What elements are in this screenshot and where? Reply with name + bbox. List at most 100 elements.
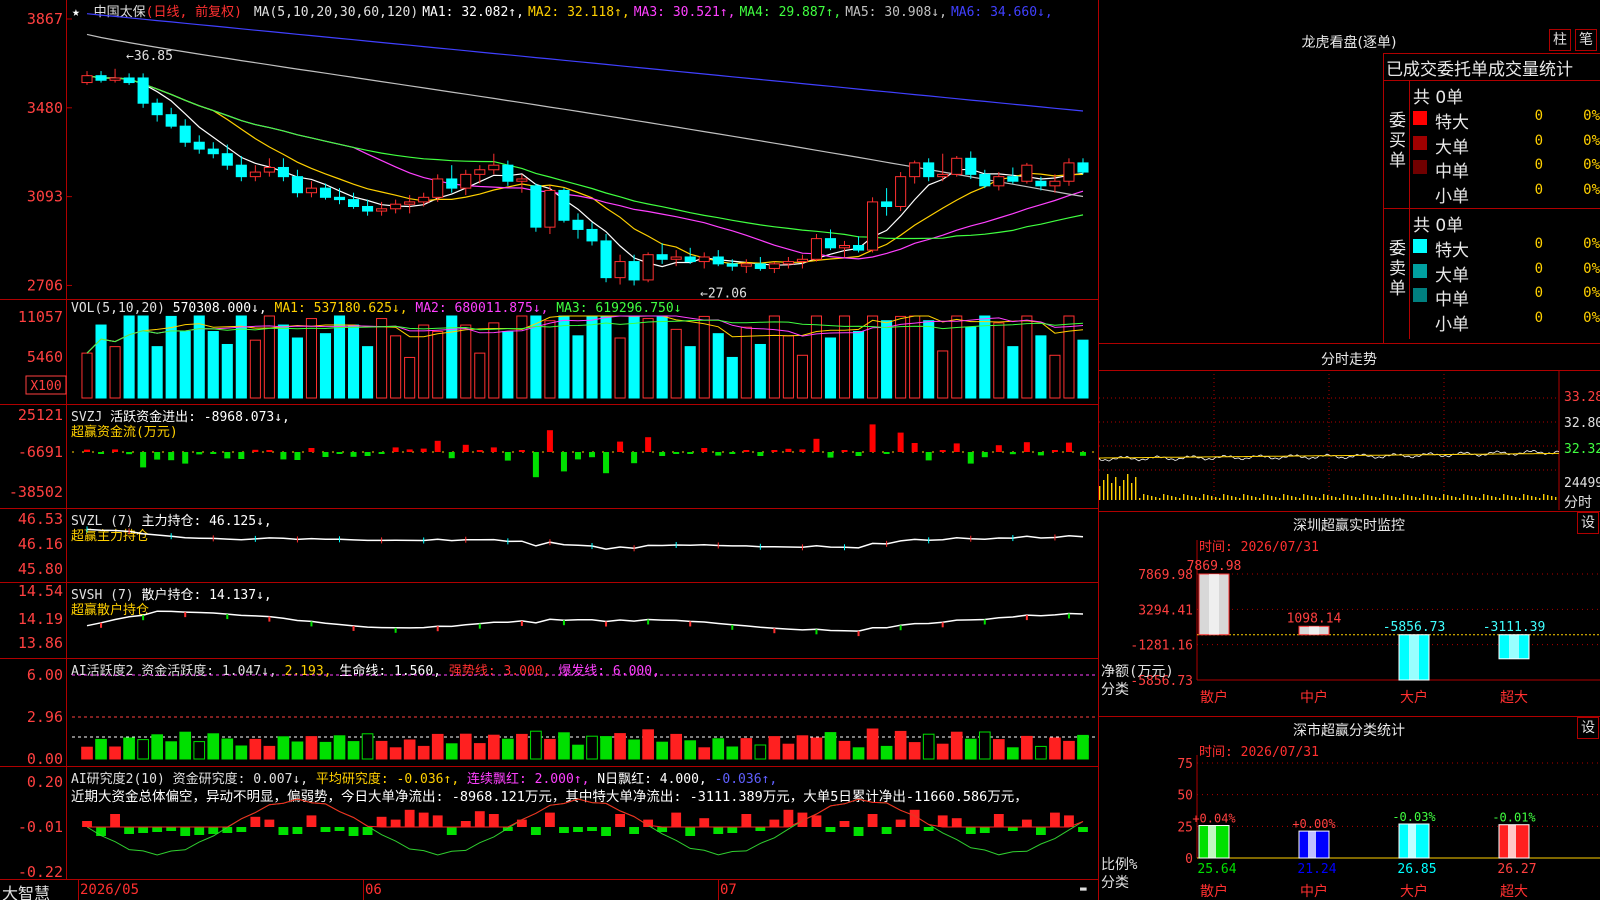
ai-research-pane[interactable]: AI研究度2(10) 资金研究度: 0.007↓, 平均研究度: -0.036↑… [0, 767, 1098, 881]
svzl-chart[interactable]: 46.53 46.16 45.80 [0, 509, 1098, 583]
cls-tick-label: 75 [1177, 757, 1193, 772]
ai2-bar [404, 809, 415, 827]
volume-bar [376, 318, 388, 399]
candle [796, 258, 808, 263]
order-pct: 0% [1583, 309, 1600, 326]
sell-row-2: 中单 0 0% [1411, 284, 1600, 310]
right-panel: 龙虎看盘(逐单) 柱 笔 已成交委托单成交量统计 委买单 共 0单 特大 0 0% 大… [1098, 0, 1600, 900]
ai1-bar [600, 736, 612, 760]
kline-pane[interactable]: ★ 中国太保(日线, 前复权) MA(5,10,20,30,60,120) MA1… [0, 0, 1098, 301]
intraday-volume-bar [1391, 496, 1393, 500]
svsh-pane[interactable]: SVSH (7) 散户持仓: 14.137↓, 超赢散户持仓 14.54 14.1… [0, 582, 1098, 659]
ai2-bar [545, 812, 555, 827]
order-pct: 0% [1583, 285, 1600, 301]
svzj-tick-label: 25121 [18, 406, 63, 424]
ai1-bar [417, 745, 430, 760]
volume-pane[interactable]: VOL(5,10,20) 570308.000↓, MA1: 537180.62… [0, 300, 1098, 405]
candle [951, 157, 963, 175]
sz-monitor-chart[interactable]: 7869.98 3294.41 -1281.16 -5856.73 7869.98 散户 1… [1099, 530, 1600, 710]
candle [614, 261, 626, 279]
ai1-bar [880, 745, 893, 760]
candle [810, 238, 823, 260]
ai-active-pane[interactable]: AI活跃度2 资金活跃度: 1.047↓, 2.193, 生命线: 1.560,… [0, 659, 1098, 768]
candle [768, 263, 780, 269]
candle [179, 125, 191, 143]
ai2-bar [334, 827, 345, 831]
intraday-volume-bar [1223, 494, 1225, 500]
volume-chart[interactable]: 11057 5460 X100 [0, 300, 1098, 405]
ai1-tick-label: 2.96 [27, 708, 63, 726]
intraday-volume-bar [1331, 496, 1333, 500]
x-label-jun: 06 [365, 882, 382, 898]
intraday-volume-bar [1427, 495, 1429, 500]
svzj-bar [154, 452, 161, 460]
ai2-bar [376, 816, 387, 827]
ai2-bar [699, 818, 710, 827]
candle [586, 228, 598, 242]
intraday-title: 分时走势 [1321, 352, 1377, 368]
ai1-bar [866, 728, 879, 760]
lock-icon[interactable]: ▬ [1080, 882, 1087, 895]
cls-bar-highlight [1408, 823, 1416, 858]
intraday-vol-tick: 24499 [1564, 476, 1600, 491]
order-count: 0 [1534, 309, 1543, 326]
candle [291, 176, 303, 194]
intraday-volume-bar [1195, 497, 1197, 500]
ai2-bar [867, 814, 878, 827]
intraday-volume-bar [1483, 494, 1485, 500]
candle [965, 157, 977, 175]
intraday-volume-bar [1139, 498, 1141, 500]
ai2-bar [96, 827, 106, 836]
svzj-bar [210, 452, 217, 454]
candle [81, 75, 93, 84]
bi-button[interactable]: 笔 [1575, 29, 1597, 51]
mon-value-label: 1098.14 [1287, 611, 1342, 626]
volume-bar [235, 315, 247, 399]
volume-bar [1035, 335, 1047, 399]
intraday-volume-bar [1443, 494, 1445, 500]
svzj-chart[interactable]: 25121 -6691 -38502 [0, 405, 1098, 509]
ai1-bar [726, 746, 739, 760]
ai-research-chart[interactable]: 0.20 -0.01 -0.22 [0, 767, 1098, 881]
ai1-bar [824, 732, 837, 760]
candle [712, 256, 724, 265]
svzj-pane[interactable]: SVZJ 活跃资金进出: -8968.073↓, 超赢资金流(万元) 25121… [0, 405, 1098, 509]
intraday-volume-bar [1403, 494, 1405, 500]
ai1-bar [1007, 747, 1019, 760]
ai1-bar [95, 738, 107, 760]
intraday-volume-bar [1227, 495, 1229, 500]
ai2-bar [1021, 819, 1032, 827]
order-name: 中单 [1435, 162, 1469, 182]
ai2-bar [1007, 827, 1018, 831]
sell-row-3: 小单 0 0% [1411, 309, 1600, 335]
candle [670, 256, 682, 260]
kline-chart[interactable]: 3867348030932706←36.85←27.06 [0, 0, 1098, 301]
ai2-bar [390, 819, 401, 827]
zhu-button[interactable]: 柱 [1549, 29, 1571, 51]
volume-bar [614, 337, 626, 399]
order-count: 0 [1534, 260, 1543, 277]
cls-bar-highlight [1508, 824, 1516, 858]
volume-bar [390, 335, 402, 399]
intraday-volume-bar [1531, 496, 1533, 500]
intraday-volume-bar [1107, 474, 1109, 500]
intraday-volume-bar [1519, 498, 1521, 500]
ai2-bar [124, 827, 135, 834]
legend-swatch [1413, 263, 1427, 278]
svsh-chart[interactable]: 14.54 14.19 13.86 [0, 582, 1098, 659]
ma-line-6 [86, 13, 1084, 112]
buy-side-box: 委买单 共 0单 特大 0 0% 大单 0 0% 中单 0 0% 小单 0 0% [1383, 80, 1600, 209]
svzj-bar [476, 450, 483, 452]
svzj-bar [1079, 452, 1086, 456]
volume-bar [698, 315, 710, 399]
svsh-tick-label: 14.54 [18, 582, 63, 600]
sz-class-chart[interactable]: 75 50 25 0 +0.04% 25.64 散户 +0.00% 21.24 中户 -0.03% 2… [1099, 735, 1600, 900]
ai-active-chart[interactable]: 6.00 2.96 0.00 [0, 659, 1098, 768]
volume-bar [726, 356, 738, 399]
ai2-bar [685, 827, 696, 836]
svzl-pane[interactable]: SVZL (7) 主力持仓: 46.125↓, 超赢主力持仓 46.53 46.1… [0, 509, 1098, 583]
ai1-bar [768, 736, 781, 760]
svzj-bar [757, 452, 764, 456]
intraday-chart[interactable] [1098, 370, 1600, 510]
volume-bar [488, 322, 500, 399]
